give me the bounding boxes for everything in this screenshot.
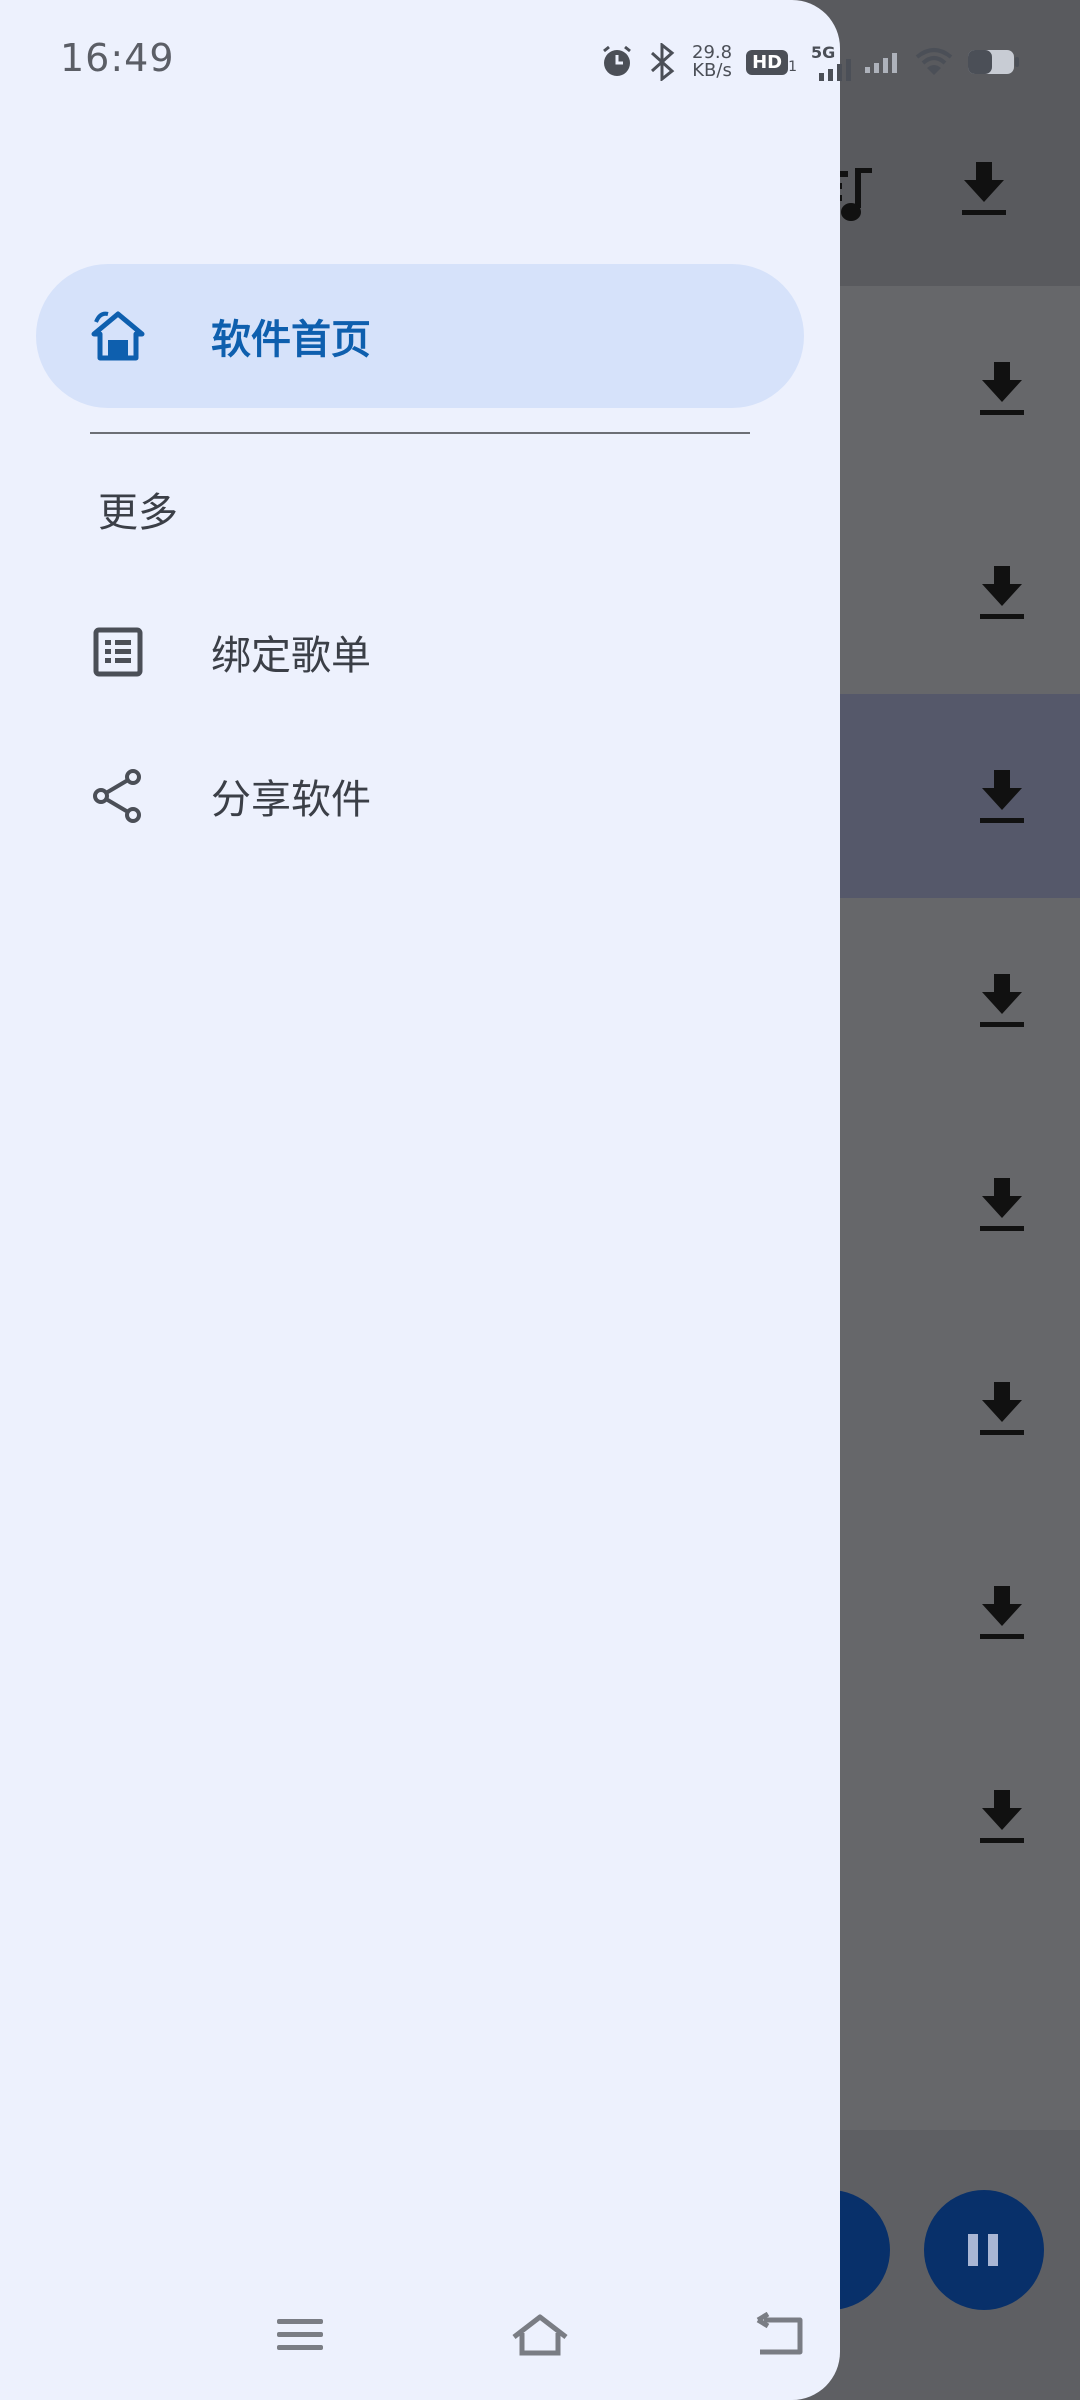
download-icon[interactable]	[978, 564, 1026, 620]
download-icon[interactable]	[978, 1380, 1026, 1436]
download-icon[interactable]	[978, 360, 1026, 416]
net-speed: 29.8 KB/s	[692, 44, 732, 80]
drawer-item-label: 绑定歌单	[211, 633, 371, 679]
hd-label: HD	[746, 49, 789, 75]
download-icon[interactable]	[978, 1584, 1026, 1640]
download-icon[interactable]	[978, 1788, 1026, 1844]
pause-button[interactable]	[924, 2190, 1044, 2310]
navigation-drawer: 16:49 29.8 KB/s HD 1 5G 软件首页 更多 绑定歌单 分享软…	[0, 0, 1020, 2400]
battery-icon	[968, 50, 1020, 74]
drawer-item-label: 分享软件	[211, 777, 371, 823]
status-icons: 29.8 KB/s HD 1 5G	[600, 40, 1021, 84]
bluetooth-icon	[650, 43, 675, 81]
drawer-item-label: 软件首页	[211, 317, 371, 363]
signal-icon	[865, 53, 898, 73]
list-icon	[90, 624, 146, 680]
divider	[90, 432, 750, 434]
download-icon[interactable]	[978, 972, 1026, 1028]
section-title-more: 更多	[98, 490, 178, 536]
download-icon[interactable]	[960, 160, 1008, 216]
alarm-icon	[603, 45, 631, 76]
back-button[interactable]	[752, 2300, 808, 2370]
menu-button[interactable]	[270, 2300, 330, 2370]
pause-icon	[966, 2234, 1002, 2266]
system-home-button[interactable]	[508, 2300, 572, 2370]
download-icon[interactable]	[978, 1176, 1026, 1232]
share-icon	[90, 768, 146, 824]
menu-icon	[277, 2319, 323, 2350]
drawer-item-bind-playlist[interactable]: 绑定歌单	[36, 580, 804, 724]
home-icon	[90, 308, 146, 364]
signal-5g-icon: 5G	[811, 43, 852, 81]
status-time: 16:49	[60, 36, 175, 80]
drawer-item-home[interactable]: 软件首页	[36, 264, 804, 408]
net-speed-unit: KB/s	[692, 60, 732, 81]
hd-sub: 1	[788, 58, 798, 75]
wifi-icon	[915, 48, 953, 75]
download-icon[interactable]	[978, 768, 1026, 824]
back-icon	[756, 2312, 803, 2355]
home-nav-icon	[512, 2314, 568, 2356]
drawer-item-share-app[interactable]: 分享软件	[36, 724, 804, 868]
hd-call-icon: HD 1	[746, 49, 798, 75]
